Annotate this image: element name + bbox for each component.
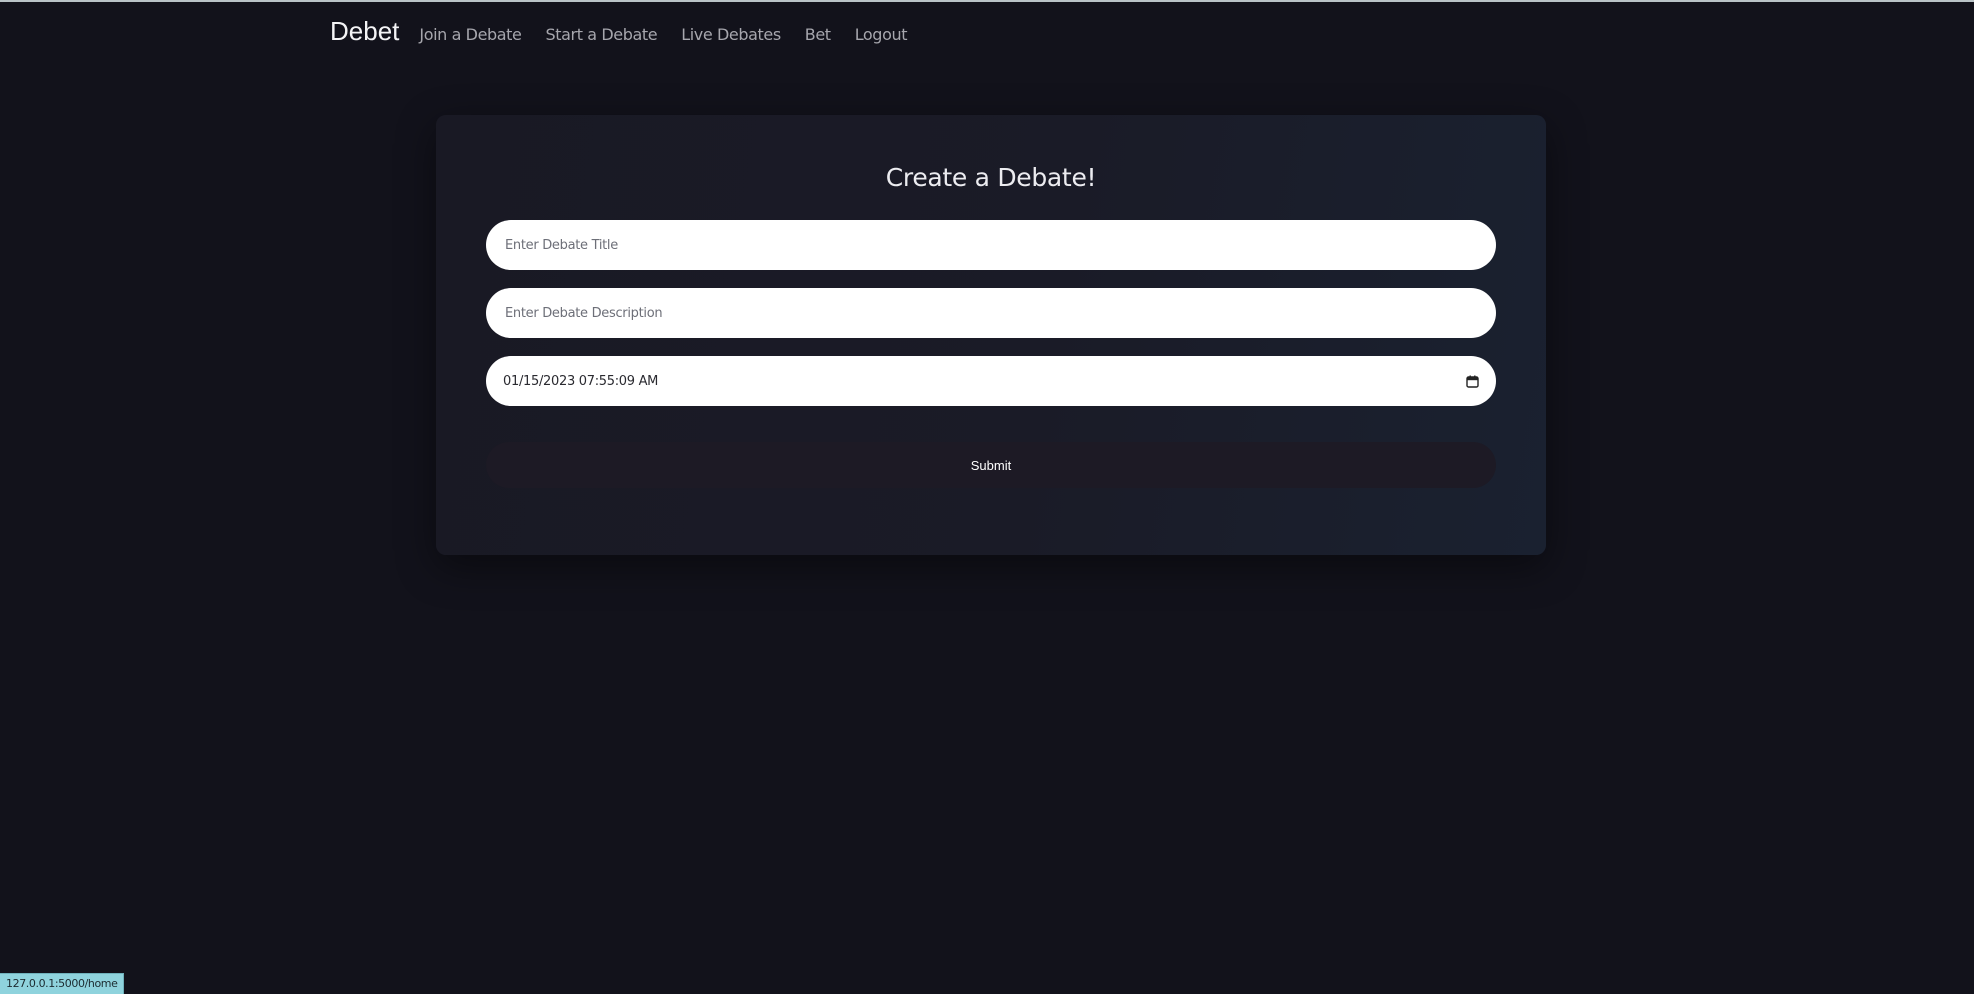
submit-button[interactable]: Submit: [486, 442, 1496, 488]
debate-title-field[interactable]: [486, 220, 1496, 270]
navbar: Debet Join a Debate Start a Debate Live …: [330, 16, 931, 47]
nav-link-logout[interactable]: Logout: [855, 25, 908, 44]
nav-link-join-debate[interactable]: Join a Debate: [419, 25, 522, 44]
form-title: Create a Debate!: [885, 163, 1097, 192]
datetime-value[interactable]: 01/15/2023 07:55:09 AM: [503, 374, 658, 389]
brand-logo[interactable]: Debet: [330, 16, 399, 47]
debate-title-input[interactable]: [503, 236, 1479, 254]
create-debate-card: Create a Debate! 01/15/2023 07:55:09 AM …: [436, 115, 1546, 555]
page: Debet Join a Debate Start a Debate Live …: [0, 0, 1974, 994]
debate-description-input[interactable]: [503, 304, 1479, 322]
nav-link-start-debate[interactable]: Start a Debate: [546, 25, 658, 44]
calendar-icon[interactable]: [1466, 375, 1479, 388]
nav-link-live-debates[interactable]: Live Debates: [681, 25, 781, 44]
nav-link-bet[interactable]: Bet: [805, 25, 831, 44]
debate-description-field[interactable]: [486, 288, 1496, 338]
datetime-field[interactable]: 01/15/2023 07:55:09 AM: [486, 356, 1496, 406]
status-bar-url: 127.0.0.1:5000/home: [0, 973, 125, 994]
